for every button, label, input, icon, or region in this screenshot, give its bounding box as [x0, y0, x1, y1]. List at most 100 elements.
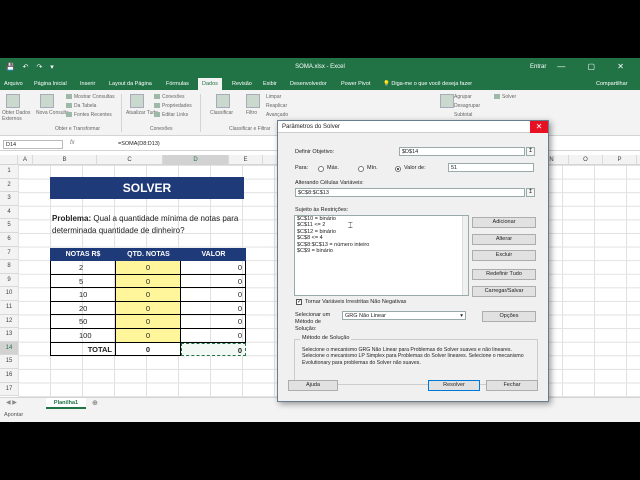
value-of-input[interactable]: 51	[448, 163, 534, 172]
clear-button[interactable]: Limpar	[266, 94, 281, 100]
add-sheet-icon[interactable]: ⊕	[92, 399, 98, 407]
table-cell-valor[interactable]: 0	[181, 329, 246, 343]
formula-input[interactable]: =SOMA(D8:D13)	[118, 141, 160, 147]
constraint-item[interactable]: $C$9 = binário	[295, 248, 468, 254]
column-header[interactable]: D	[163, 155, 229, 165]
table-cell-qtd[interactable]: 0	[116, 329, 181, 343]
method-select[interactable]: GRG Não Linear ▾	[342, 311, 466, 320]
row-header[interactable]: 3	[0, 192, 18, 206]
group-icon[interactable]	[440, 94, 454, 108]
refresh-all-icon[interactable]	[130, 94, 144, 108]
select-all-corner[interactable]	[0, 155, 18, 165]
tell-me-box[interactable]: 💡 Diga-me o que você deseja fazer	[383, 81, 472, 87]
tab-inserir[interactable]: Inserir	[80, 81, 95, 87]
row-header[interactable]: 8	[0, 260, 18, 274]
filter-icon[interactable]	[246, 94, 260, 108]
table-cell-nota[interactable]: 50	[50, 315, 116, 329]
row-header[interactable]: 2	[0, 178, 18, 193]
tab-desenvolvedor[interactable]: Desenvolvedor	[290, 81, 327, 87]
row-header[interactable]: 9	[0, 273, 18, 288]
row-header[interactable]: 11	[0, 301, 18, 315]
connections-button[interactable]: Conexões	[154, 94, 185, 100]
table-cell-valor[interactable]: 0	[181, 288, 246, 302]
recent-sources-button[interactable]: Fontes Recentes	[66, 112, 112, 118]
tab-formulas[interactable]: Fórmulas	[166, 81, 189, 87]
table-cell-valor[interactable]: 0	[181, 261, 246, 275]
tab-arquivo[interactable]: Arquivo	[4, 81, 23, 87]
close-button[interactable]: Fechar	[486, 380, 538, 391]
total-qtd[interactable]: 0	[116, 342, 181, 357]
name-box[interactable]: D14	[3, 140, 63, 149]
header-notas[interactable]: NOTAS R$	[50, 248, 116, 261]
reset-all-button[interactable]: Redefinir Tudo	[472, 269, 536, 280]
header-valor[interactable]: VALOR	[181, 248, 246, 261]
filter-button[interactable]: Filtro	[246, 110, 257, 116]
sheet-tab-planilha1[interactable]: Planilha1	[46, 398, 86, 409]
advanced-button[interactable]: Avançado	[266, 112, 288, 118]
table-cell-valor[interactable]: 0	[181, 301, 246, 316]
add-button[interactable]: Adicionar	[472, 217, 536, 228]
sort-icon[interactable]	[216, 94, 230, 108]
external-data-icon[interactable]	[6, 94, 20, 108]
range-picker-icon[interactable]: ↥	[526, 147, 535, 156]
objective-input[interactable]: $D$14	[399, 147, 525, 156]
row-header[interactable]: 5	[0, 219, 18, 233]
column-header[interactable]: C	[97, 155, 163, 165]
table-cell-qtd[interactable]: 0	[116, 315, 181, 329]
row-header[interactable]: 15	[0, 355, 18, 369]
subtotal-button[interactable]: Subtotal	[454, 112, 472, 118]
delete-button[interactable]: Excluir	[472, 250, 536, 261]
share-button[interactable]: Compartilhar	[596, 81, 627, 87]
scrollbar[interactable]	[462, 216, 468, 295]
help-button[interactable]: Ajuda	[288, 380, 338, 391]
ungroup-button[interactable]: Desagrupar	[454, 103, 480, 109]
solve-button[interactable]: Resolver	[428, 380, 480, 391]
tab-pagina-inicial[interactable]: Página Inicial	[34, 81, 67, 87]
change-button[interactable]: Alterar	[472, 234, 536, 245]
new-query-icon[interactable]	[40, 94, 54, 108]
sheet-banner[interactable]: SOLVER	[50, 177, 244, 199]
tab-exibir[interactable]: Exibir	[263, 81, 277, 87]
row-header[interactable]: 12	[0, 314, 18, 329]
row-header[interactable]: 1	[0, 165, 18, 179]
properties-button[interactable]: Propriedades	[154, 103, 192, 109]
edit-links-button[interactable]: Editar Links	[154, 112, 188, 118]
tab-layout[interactable]: Layout da Página	[109, 81, 152, 87]
options-button[interactable]: Opções	[482, 311, 536, 322]
from-table-button[interactable]: Da Tabela	[66, 103, 96, 109]
nonneg-checkbox[interactable]: ✓	[296, 299, 302, 305]
table-cell-qtd[interactable]: 0	[116, 301, 181, 316]
radio-max[interactable]	[318, 166, 324, 172]
row-header[interactable]: 14	[0, 341, 18, 356]
table-cell-qtd[interactable]: 0	[116, 288, 181, 302]
login-link[interactable]: Entrar	[530, 64, 546, 70]
row-header[interactable]: 7	[0, 246, 18, 261]
tab-nav-icon[interactable]: ◀ ▶	[6, 399, 17, 406]
reapply-button[interactable]: Reaplicar	[266, 103, 287, 109]
radio-value-of[interactable]	[395, 166, 401, 172]
header-qtd[interactable]: QTD. NOTAS	[116, 248, 181, 261]
table-cell-nota[interactable]: 5	[50, 274, 116, 289]
table-cell-qtd[interactable]: 0	[116, 261, 181, 275]
table-cell-qtd[interactable]: 0	[116, 274, 181, 289]
window-controls[interactable]: — ▢ ✕	[557, 62, 634, 71]
table-cell-nota[interactable]: 100	[50, 329, 116, 343]
variable-cells-input[interactable]: $C$8:$C$13	[295, 188, 525, 197]
total-label[interactable]: TOTAL	[50, 342, 116, 357]
sort-button[interactable]: Classificar	[210, 110, 233, 116]
problem-text[interactable]: Problema: Qual a quantidade mínima de no…	[52, 213, 262, 237]
column-header[interactable]: P	[603, 155, 637, 165]
tab-revisao[interactable]: Revisão	[232, 81, 252, 87]
table-cell-nota[interactable]: 10	[50, 288, 116, 302]
load-save-button[interactable]: Carregar/Salvar	[472, 286, 536, 297]
range-picker-icon[interactable]: ↥	[526, 188, 535, 197]
tab-dados[interactable]: Dados	[198, 78, 222, 90]
new-query-button[interactable]: Nova Consulta	[36, 110, 69, 116]
table-cell-valor[interactable]: 0	[181, 315, 246, 329]
total-valor[interactable]: 0	[181, 342, 246, 357]
table-cell-valor[interactable]: 0	[181, 274, 246, 289]
get-external-data[interactable]: Obter Dados Externos	[2, 110, 34, 122]
row-header[interactable]: 4	[0, 205, 18, 220]
table-cell-nota[interactable]: 20	[50, 301, 116, 316]
column-header[interactable]: E	[229, 155, 263, 165]
